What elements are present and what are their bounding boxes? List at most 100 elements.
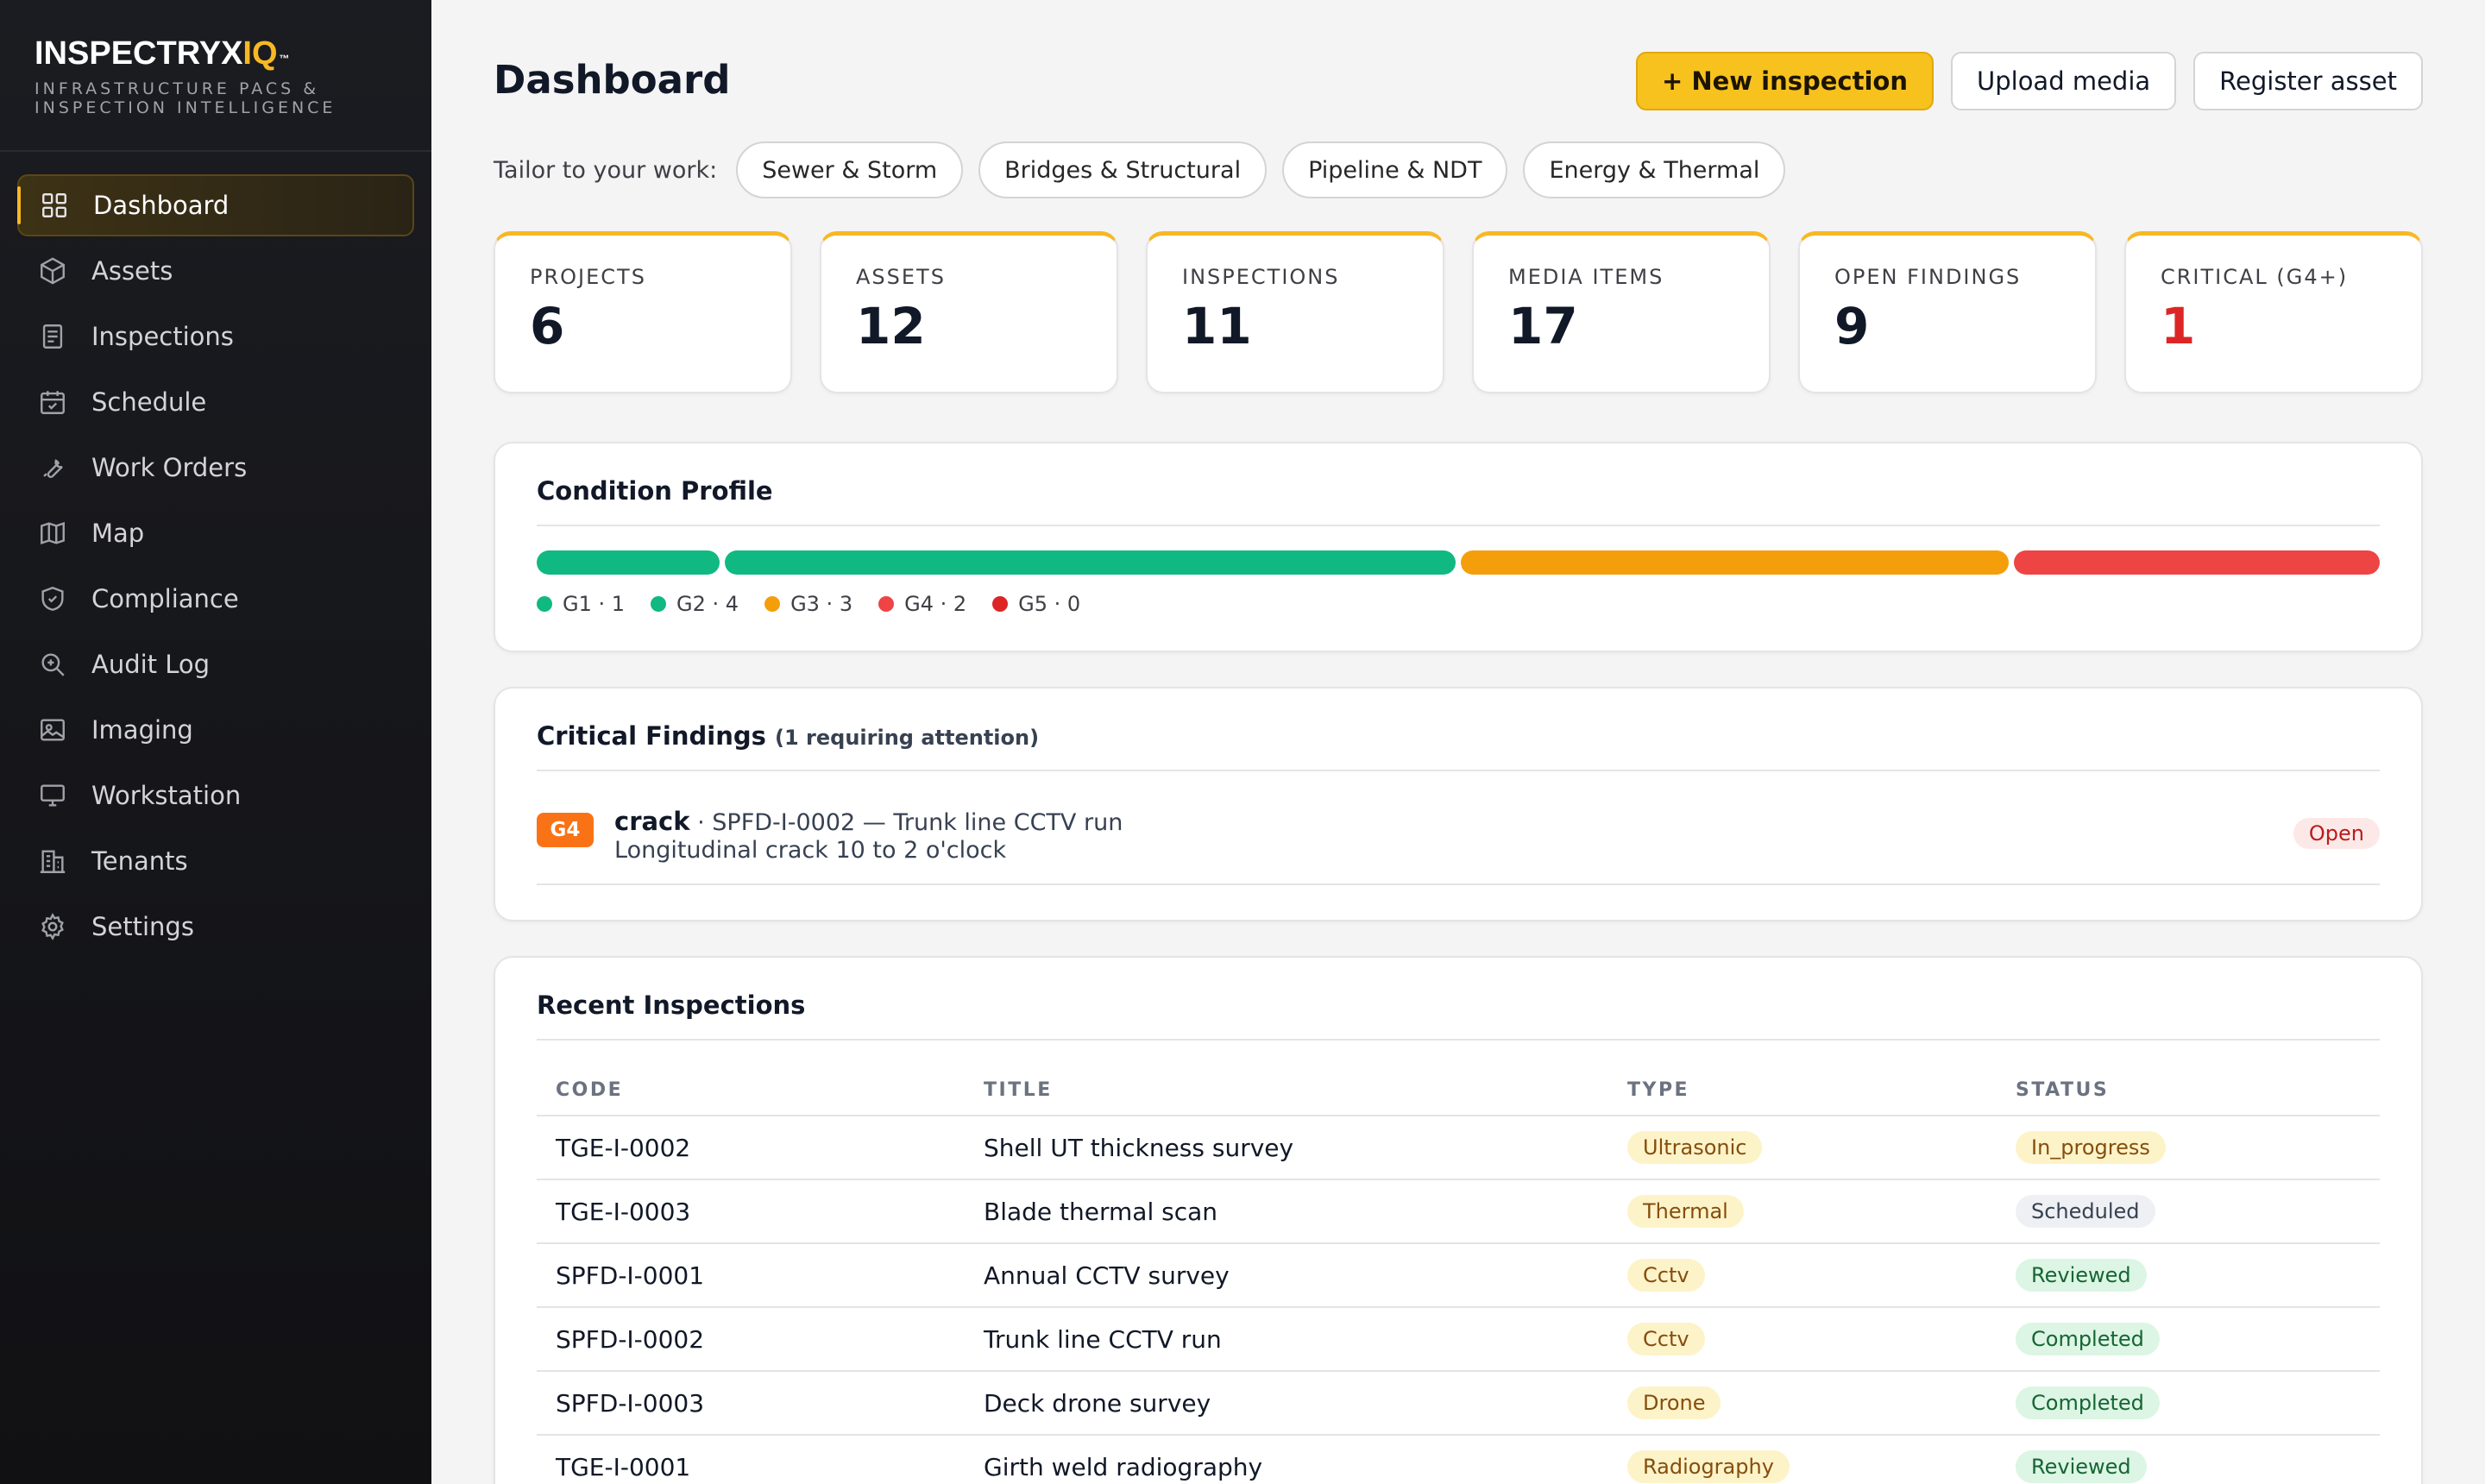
cell-status: Completed <box>2016 1323 2380 1355</box>
table-row[interactable]: SPFD-I-0002 Trunk line CCTV run Cctv Com… <box>537 1308 2380 1372</box>
condition-legend: G1 · 1 G2 · 4 G3 · 3 G4 · 2 G5 · 0 <box>537 592 2380 616</box>
chip-energy-thermal[interactable]: Energy & Thermal <box>1523 141 1786 198</box>
sidebar-item-label: Map <box>91 519 145 548</box>
table-row[interactable]: SPFD-I-0001 Annual CCTV survey Cctv Revi… <box>537 1244 2380 1308</box>
cell-status: Reviewed <box>2016 1259 2380 1292</box>
upload-media-button[interactable]: Upload media <box>1951 52 2177 110</box>
stat-card-critical[interactable]: CRITICAL (G4+) 1 <box>2124 231 2423 393</box>
legend-item-g1: G1 · 1 <box>537 592 625 616</box>
table-row[interactable]: TGE-I-0002 Shell UT thickness survey Ult… <box>537 1116 2380 1180</box>
header-actions: + New inspection Upload media Register a… <box>1635 52 2423 110</box>
table-row[interactable]: TGE-I-0001 Girth weld radiography Radiog… <box>537 1436 2380 1484</box>
condition-segment-g1 <box>537 550 720 575</box>
stat-card-open-findings[interactable]: OPEN FINDINGS 9 <box>1798 231 2097 393</box>
sidebar-item-audit-log[interactable]: Audit Log <box>17 633 414 695</box>
stat-label: MEDIA ITEMS <box>1508 265 1664 289</box>
sidebar-item-map[interactable]: Map <box>17 502 414 564</box>
brand-logo[interactable]: INSPECTRYXIQ ™ <box>35 35 431 72</box>
cell-code: SPFD-I-0001 <box>556 1261 705 1290</box>
status-badge: Open <box>2293 818 2380 849</box>
stat-label: OPEN FINDINGS <box>1834 265 2022 289</box>
sidebar-item-workstation[interactable]: Workstation <box>17 764 414 827</box>
finding-text: crack · SPFD-I-0002 — Trunk line CCTV ru… <box>614 808 1123 865</box>
card-title: Recent Inspections <box>537 958 2380 1041</box>
cell-type: Cctv <box>1627 1259 2016 1292</box>
stat-value: 11 <box>1182 297 1252 355</box>
legend-dot <box>651 596 667 612</box>
chip-pipeline-ndt[interactable]: Pipeline & NDT <box>1282 141 1508 198</box>
sidebar-item-label: Imaging <box>91 715 193 745</box>
register-asset-button[interactable]: Register asset <box>2193 52 2423 110</box>
magnifier-icon <box>38 650 67 679</box>
sidebar-item-compliance[interactable]: Compliance <box>17 568 414 630</box>
legend-label: G5 · 0 <box>1018 592 1081 616</box>
calendar-icon <box>38 387 67 417</box>
stat-card-inspections[interactable]: INSPECTIONS 11 <box>1146 231 1444 393</box>
status-badge: Completed <box>2016 1323 2160 1355</box>
stat-label: INSPECTIONS <box>1182 265 1340 289</box>
sidebar: INSPECTRYXIQ ™ INFRASTRUCTURE PACS & INSP… <box>0 0 431 1484</box>
critical-findings-card: Critical Findings (1 requiring attention… <box>494 687 2423 921</box>
cell-code: TGE-I-0003 <box>556 1197 691 1226</box>
image-icon <box>38 715 67 745</box>
sidebar-item-schedule[interactable]: Schedule <box>17 371 414 433</box>
stat-card-projects[interactable]: PROJECTS 6 <box>494 231 792 393</box>
cube-icon <box>38 256 67 286</box>
cell-title: Girth weld radiography <box>984 1452 1263 1481</box>
legend-label: G2 · 4 <box>676 592 739 616</box>
sidebar-item-dashboard[interactable]: Dashboard <box>17 174 414 236</box>
table-row[interactable]: TGE-I-0003 Blade thermal scan Thermal Sc… <box>537 1180 2380 1244</box>
sidebar-item-work-orders[interactable]: Work Orders <box>17 437 414 499</box>
sidebar-item-imaging[interactable]: Imaging <box>17 699 414 761</box>
cell-code: TGE-I-0002 <box>556 1133 691 1162</box>
stat-card-assets[interactable]: ASSETS 12 <box>820 231 1118 393</box>
sidebar-item-label: Dashboard <box>93 191 230 220</box>
sidebar-item-label: Inspections <box>91 322 234 351</box>
new-inspection-button[interactable]: + New inspection <box>1635 52 1934 110</box>
sidebar-item-tenants[interactable]: Tenants <box>17 830 414 892</box>
column-header-code[interactable]: CODE <box>537 1079 966 1101</box>
tailor-label: Tailor to your work: <box>494 156 718 184</box>
stat-label: PROJECTS <box>530 265 646 289</box>
finding-summary: crack · SPFD-I-0002 — Trunk line CCTV ru… <box>614 808 1123 837</box>
recent-inspections-title: Recent Inspections <box>537 990 806 1020</box>
type-badge: Radiography <box>1627 1450 1790 1483</box>
cell-title: Trunk line CCTV run <box>984 1324 1222 1354</box>
chip-bridges-structural[interactable]: Bridges & Structural <box>978 141 1268 198</box>
sidebar-nav: Dashboard Assets Inspections Schedule Wo… <box>0 152 431 958</box>
type-badge: Drone <box>1627 1387 1721 1419</box>
stat-label: CRITICAL (G4+) <box>2161 265 2349 289</box>
grid-icon <box>40 191 69 220</box>
finding-description: Longitudinal crack 10 to 2 o'clock <box>614 837 1007 864</box>
finding-kind: crack <box>614 807 690 836</box>
document-icon <box>38 322 67 351</box>
finding-item[interactable]: G4 crack · SPFD-I-0002 — Trunk line CCTV… <box>537 771 2380 885</box>
type-badge: Thermal <box>1627 1195 1744 1228</box>
condition-segment-g3 <box>1461 550 2010 575</box>
legend-dot <box>764 596 781 612</box>
recent-inspections-card: Recent Inspections CODE TITLE TYPE STATU… <box>494 956 2423 1484</box>
critical-findings-subtitle: (1 requiring attention) <box>775 726 1040 750</box>
column-header-status[interactable]: STATUS <box>2016 1079 2380 1101</box>
stat-card-media-items[interactable]: MEDIA ITEMS 17 <box>1472 231 1771 393</box>
stat-label: ASSETS <box>856 265 946 289</box>
brand-name: INSPECTRYX <box>35 35 243 72</box>
legend-label: G4 · 2 <box>904 592 967 616</box>
status-badge: Completed <box>2016 1387 2160 1419</box>
column-header-title[interactable]: TITLE <box>966 1079 1627 1101</box>
type-badge: Cctv <box>1627 1323 1705 1355</box>
chip-sewer-storm[interactable]: Sewer & Storm <box>736 141 964 198</box>
building-icon <box>38 846 67 876</box>
sidebar-item-label: Schedule <box>91 387 207 417</box>
column-header-type[interactable]: TYPE <box>1627 1079 2016 1101</box>
sidebar-item-label: Tenants <box>91 846 188 876</box>
cell-code: SPFD-I-0002 <box>556 1324 705 1354</box>
type-badge: Cctv <box>1627 1259 1705 1292</box>
table-row[interactable]: SPFD-I-0003 Deck drone survey Drone Comp… <box>537 1372 2380 1436</box>
sidebar-item-inspections[interactable]: Inspections <box>17 305 414 368</box>
sidebar-item-assets[interactable]: Assets <box>17 240 414 302</box>
legend-item-g5: G5 · 0 <box>992 592 1080 616</box>
type-badge: Ultrasonic <box>1627 1131 1763 1164</box>
sidebar-item-settings[interactable]: Settings <box>17 896 414 958</box>
status-badge: Reviewed <box>2016 1259 2147 1292</box>
